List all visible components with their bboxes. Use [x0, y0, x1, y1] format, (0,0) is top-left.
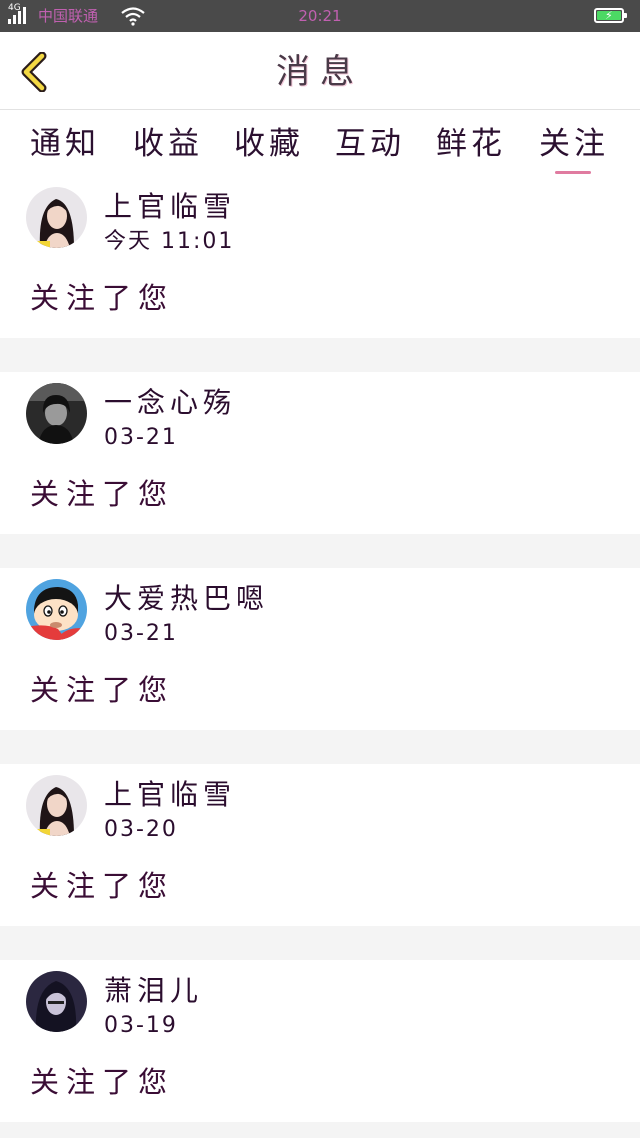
follow-message: 关注了您 [30, 1065, 175, 1099]
avatar[interactable] [26, 383, 87, 444]
follow-message: 关注了您 [30, 281, 175, 315]
status-bar: 4G 中国联通 20:21 ⚡ [0, 0, 640, 32]
tab-favorites[interactable]: 收藏 [234, 124, 304, 164]
notification-list: 上官临雪 今天 11:01 关注了您 一念心殇 03-21 关注了您 大爱热巴嗯… [0, 176, 640, 1122]
list-item[interactable]: 萧泪儿 03-19 关注了您 [0, 960, 640, 1122]
list-item[interactable]: 上官临雪 今天 11:01 关注了您 [0, 176, 640, 338]
tab-interactions[interactable]: 互动 [335, 124, 405, 164]
page-header: 消息 [0, 32, 640, 110]
divider [0, 926, 640, 960]
avatar[interactable] [26, 971, 87, 1032]
avatar[interactable] [26, 187, 87, 248]
list-item[interactable]: 大爱热巴嗯 03-21 关注了您 [0, 568, 640, 730]
tab-bar: 通知 收益 收藏 互动 鲜花 关注 [0, 110, 640, 176]
follower-name[interactable]: 大爱热巴嗯 [104, 582, 269, 616]
follow-message: 关注了您 [30, 477, 175, 511]
follow-time: 今天 11:01 [104, 229, 235, 254]
page-title: 消息 [276, 52, 364, 92]
tab-notifications[interactable]: 通知 [30, 124, 100, 164]
divider [0, 534, 640, 568]
follow-message: 关注了您 [30, 869, 175, 903]
active-tab-indicator [555, 171, 591, 174]
tab-follows[interactable]: 关注 [539, 124, 609, 164]
follow-time: 03-19 [104, 1013, 178, 1038]
list-item[interactable]: 一念心殇 03-21 关注了您 [0, 372, 640, 534]
tab-earnings[interactable]: 收益 [133, 124, 203, 164]
follow-time: 03-20 [104, 817, 178, 842]
divider [0, 338, 640, 372]
battery-icon: ⚡ [594, 8, 627, 23]
follower-name[interactable]: 萧泪儿 [104, 974, 203, 1008]
avatar[interactable] [26, 579, 87, 640]
follow-time: 03-21 [104, 425, 178, 450]
avatar[interactable] [26, 775, 87, 836]
follow-message: 关注了您 [30, 673, 175, 707]
status-time: 20:21 [298, 7, 342, 25]
tab-flowers[interactable]: 鲜花 [436, 124, 506, 164]
follow-time: 03-21 [104, 621, 178, 646]
follower-name[interactable]: 一念心殇 [104, 386, 236, 420]
divider [0, 730, 640, 764]
follower-name[interactable]: 上官临雪 [104, 190, 236, 224]
list-item[interactable]: 上官临雪 03-20 关注了您 [0, 764, 640, 926]
follower-name[interactable]: 上官临雪 [104, 778, 236, 812]
